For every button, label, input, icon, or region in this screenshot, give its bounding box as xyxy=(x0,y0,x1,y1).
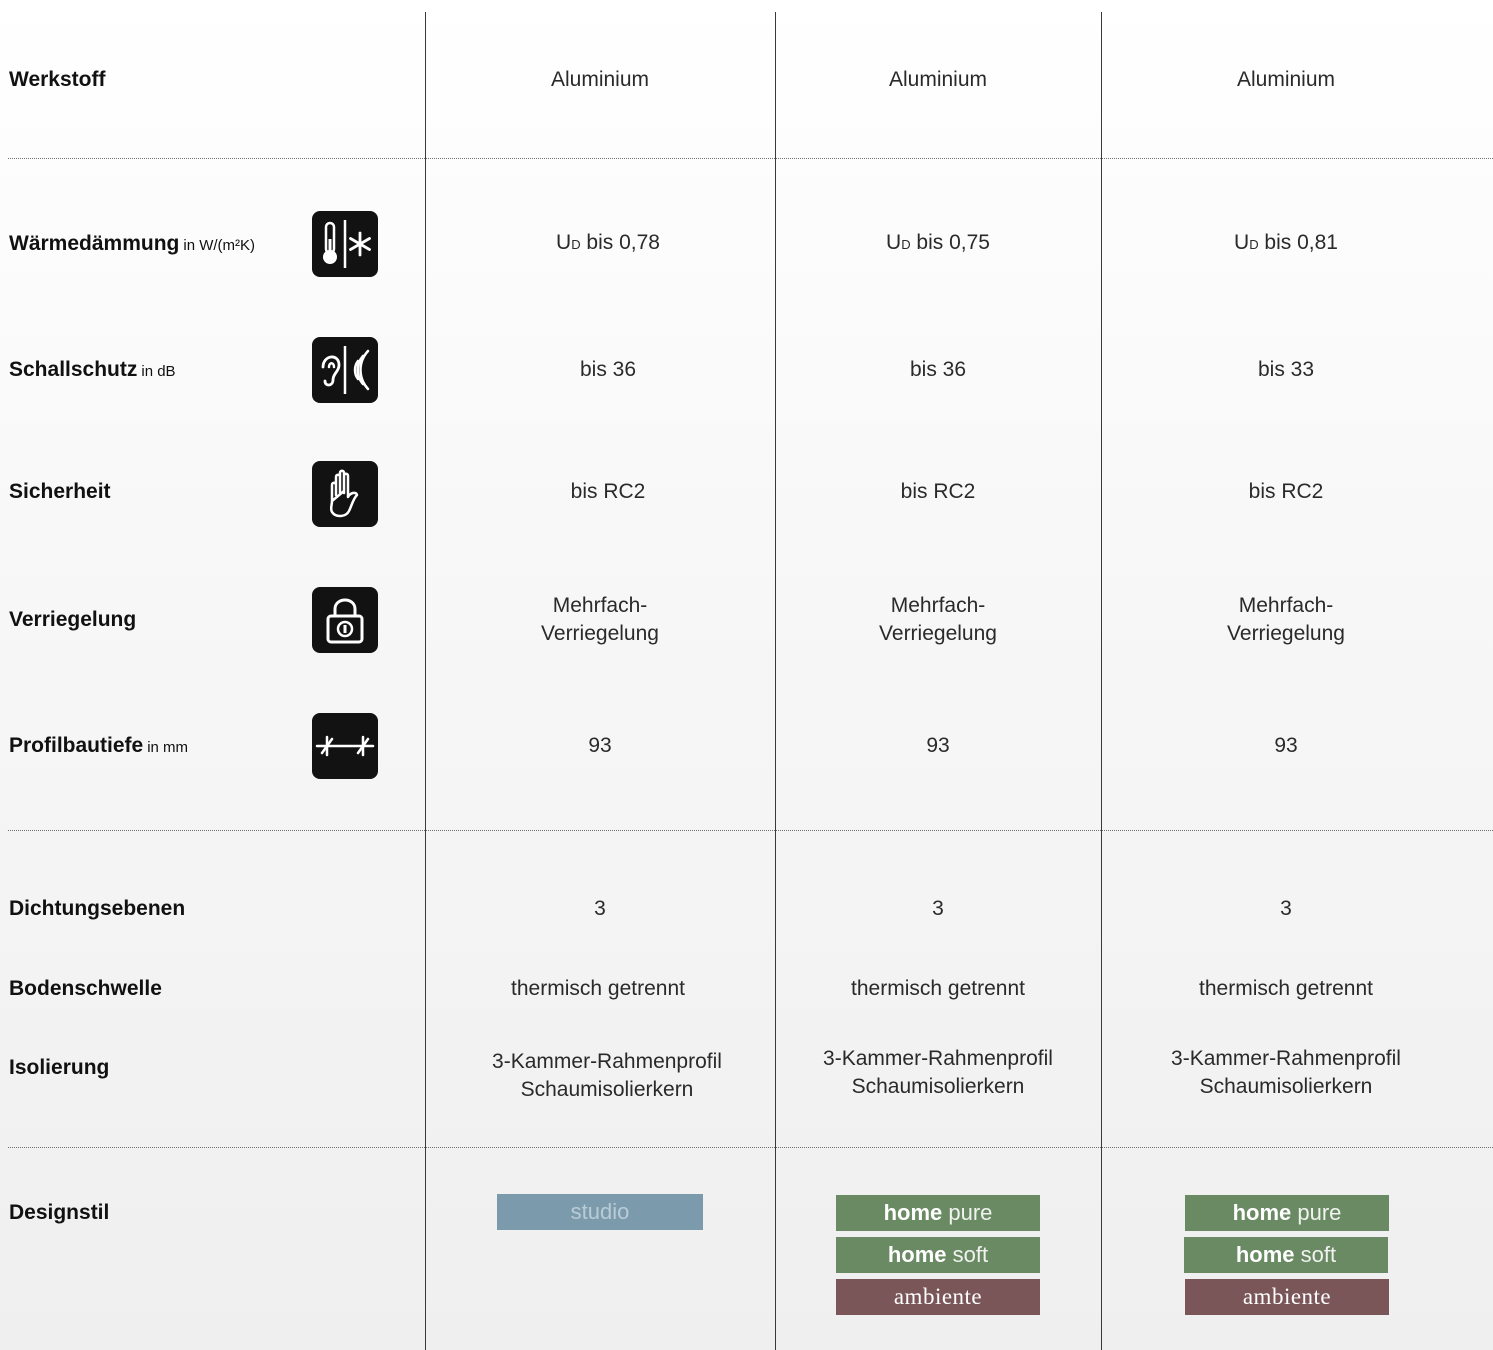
verriegelung-value: Mehrfach- Verriegelung xyxy=(1227,594,1345,645)
section-divider-1 xyxy=(8,158,1493,159)
werkstoff-value: Aluminium xyxy=(550,68,650,91)
row-label-verriegelung: Verriegelung xyxy=(9,608,137,631)
row-label-designstil: Designstil xyxy=(9,1201,110,1224)
row-label-profilbautiefe: Profilbautiefe in mm xyxy=(9,734,189,757)
schallschutz-value: bis 36 xyxy=(909,358,967,381)
thermometer-snowflake-icon xyxy=(312,211,378,277)
isolierung-value: 3-Kammer-Rahmenprofil Schaumisolierkern xyxy=(823,1047,1053,1098)
sicherheit-value: bis RC2 xyxy=(1248,480,1324,503)
profilbautiefe-value: 93 xyxy=(588,734,612,757)
waermedaemmung-value: UD bis 0,81 xyxy=(1234,231,1338,254)
row-label-schallschutz: Schallschutz in dB xyxy=(9,358,176,381)
padlock-icon xyxy=(312,587,378,653)
row-label-werkstoff: Werkstoff xyxy=(9,68,106,91)
profilbautiefe-value: 93 xyxy=(926,734,950,757)
section-divider-3 xyxy=(8,1147,1493,1148)
waermedaemmung-value: UD bis 0,78 xyxy=(556,231,660,254)
sicherheit-value: bis RC2 xyxy=(570,480,646,503)
dichtungsebenen-value: 3 xyxy=(594,897,606,920)
section-divider-2 xyxy=(8,830,1493,831)
isolierung-value: 3-Kammer-Rahmenprofil Schaumisolierkern xyxy=(492,1050,722,1101)
bodenschwelle-value: thermisch getrennt xyxy=(1199,977,1373,1000)
row-label-dichtungsebenen: Dichtungsebenen xyxy=(9,897,186,920)
design-badge-ambiente: ambiente xyxy=(1185,1279,1389,1315)
row-label-bodenschwelle: Bodenschwelle xyxy=(9,977,162,1000)
werkstoff-value: Aluminium xyxy=(1236,68,1336,91)
design-badge-home-soft: home soft xyxy=(1184,1237,1388,1273)
dichtungsebenen-value: 3 xyxy=(932,897,944,920)
design-badge-home-pure: home pure xyxy=(1185,1195,1389,1231)
row-label-sicherheit: Sicherheit xyxy=(9,480,111,503)
column-divider-3 xyxy=(1101,12,1102,1350)
ear-soundwave-icon xyxy=(312,337,378,403)
column-divider-2 xyxy=(775,12,776,1350)
hand-icon xyxy=(312,461,378,527)
werkstoff-value: Aluminium xyxy=(888,68,988,91)
verriegelung-value: Mehrfach- Verriegelung xyxy=(879,594,997,645)
isolierung-value: 3-Kammer-Rahmenprofil Schaumisolierkern xyxy=(1171,1047,1401,1098)
bodenschwelle-value: thermisch getrennt xyxy=(851,977,1025,1000)
row-label-waermedaemmung: Wärmedämmung in W/(m²K) xyxy=(9,232,256,255)
waermedaemmung-value: UD bis 0,75 xyxy=(886,231,990,254)
row-label-isolierung: Isolierung xyxy=(9,1056,110,1079)
schallschutz-value: bis 36 xyxy=(579,358,637,381)
verriegelung-value: Mehrfach- Verriegelung xyxy=(541,594,659,645)
dichtungsebenen-value: 3 xyxy=(1280,897,1292,920)
sicherheit-value: bis RC2 xyxy=(900,480,976,503)
bodenschwelle-value: thermisch getrennt xyxy=(511,977,685,1000)
schallschutz-value: bis 33 xyxy=(1257,358,1315,381)
depth-measure-icon xyxy=(312,713,378,779)
design-badge-home-pure: home pure xyxy=(836,1195,1040,1231)
profilbautiefe-value: 93 xyxy=(1274,734,1298,757)
column-divider-1 xyxy=(425,12,426,1350)
design-badge-ambiente: ambiente xyxy=(836,1279,1040,1315)
design-badge-home-soft: home soft xyxy=(836,1237,1040,1273)
design-badge-studio: studio xyxy=(497,1194,703,1230)
